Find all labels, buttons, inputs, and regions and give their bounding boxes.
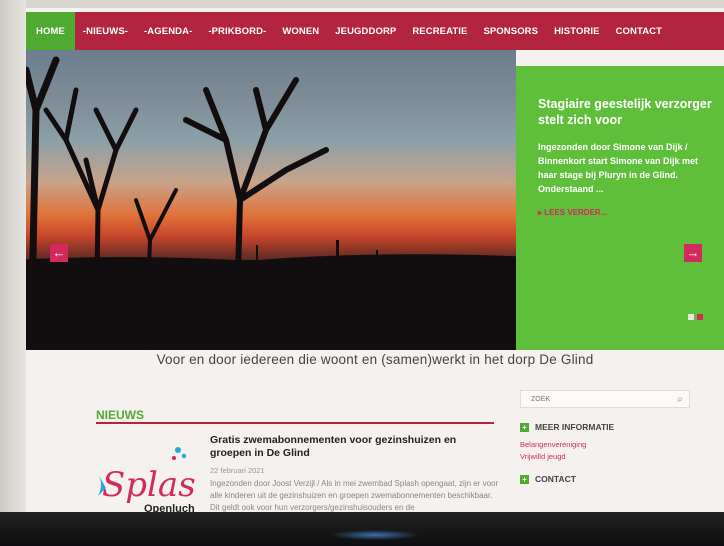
browser-viewport: HOME -NIEUWS- -AGENDA- -PRIKBORD- WONEN … xyxy=(26,8,724,512)
main-nav: HOME -NIEUWS- -AGENDA- -PRIKBORD- WONEN … xyxy=(26,12,724,50)
monitor-left-edge xyxy=(0,0,26,512)
arrow-left-icon: ← xyxy=(52,245,66,260)
contact-header[interactable]: + CONTACT xyxy=(520,474,576,484)
search-icon[interactable]: ⌕ xyxy=(671,394,689,405)
sidebar-link-vrijwilld-jeugd[interactable]: Vrijwilld jeugd xyxy=(520,452,566,461)
logo-subtitle: Openluch xyxy=(144,503,195,512)
nav-nieuws[interactable]: -NIEUWS- xyxy=(75,12,136,50)
article-date: 22 februari 2021 xyxy=(210,466,265,475)
nav-home[interactable]: HOME xyxy=(26,12,75,50)
logo-wordmark: Splas xyxy=(102,465,196,505)
nav-recreatie[interactable]: RECREATIE xyxy=(404,12,475,50)
splash-logo: Splas Openluch xyxy=(98,447,196,512)
article-title-link[interactable]: Gratis zwemabonnementen voor gezinshuize… xyxy=(210,434,500,460)
contact-title: CONTACT xyxy=(535,474,576,484)
arrow-right-icon: → xyxy=(686,245,700,260)
search-box: ⌕ xyxy=(520,390,690,408)
article-excerpt: Ingezonden door Joost Verzijl / Als in m… xyxy=(210,479,499,512)
nav-contact[interactable]: CONTACT xyxy=(608,12,670,50)
featured-post-excerpt: Ingezonden door Simone van Dijk / Binnen… xyxy=(538,142,699,194)
nav-jeugddorp[interactable]: JEUGDDORP xyxy=(327,12,404,50)
slider-dot[interactable] xyxy=(688,314,694,320)
meer-informatie-title: MEER INFORMATIE xyxy=(535,422,615,432)
splash-logo-image[interactable]: Splas Openluch xyxy=(96,444,206,512)
news-divider xyxy=(96,422,494,424)
nav-agenda[interactable]: -AGENDA- xyxy=(136,12,200,50)
news-section-heading: NIEUWS xyxy=(96,408,144,422)
nav-sponsors[interactable]: SPONSORS xyxy=(475,12,546,50)
meer-informatie-header[interactable]: + MEER INFORMATIE xyxy=(520,422,614,432)
monitor-bottom-bezel xyxy=(0,512,724,546)
search-input[interactable] xyxy=(521,395,671,403)
nav-wonen[interactable]: WONEN xyxy=(274,12,327,50)
slider-next-button[interactable]: → xyxy=(684,244,702,262)
slider-prev-button[interactable]: ← xyxy=(50,244,68,262)
site-tagline: Voor en door iedereen die woont en (same… xyxy=(156,352,594,367)
news-article: Gratis zwemabonnementen voor gezinshuize… xyxy=(210,434,500,512)
nav-prikbord[interactable]: -PRIKBORD- xyxy=(200,12,274,50)
featured-post-panel: Stagiaire geestelijk verzorger stelt zic… xyxy=(516,66,724,350)
hero-slide-image xyxy=(26,50,516,350)
slider-dot-active[interactable] xyxy=(697,314,703,320)
read-more-link[interactable]: ▸ LEES VERDER... xyxy=(538,208,712,217)
taskbar-glow xyxy=(330,530,420,540)
slider-pagination xyxy=(688,314,703,320)
nav-historie[interactable]: HISTORIE xyxy=(546,12,608,50)
featured-post-title[interactable]: Stagiaire geestelijk verzorger stelt zic… xyxy=(538,96,712,128)
plus-icon: + xyxy=(520,422,529,432)
hero-tree-silhouettes xyxy=(26,56,378,350)
sidebar-link-belangenvereniging[interactable]: Belangenvereniging xyxy=(520,440,586,449)
plus-icon: + xyxy=(520,474,529,484)
